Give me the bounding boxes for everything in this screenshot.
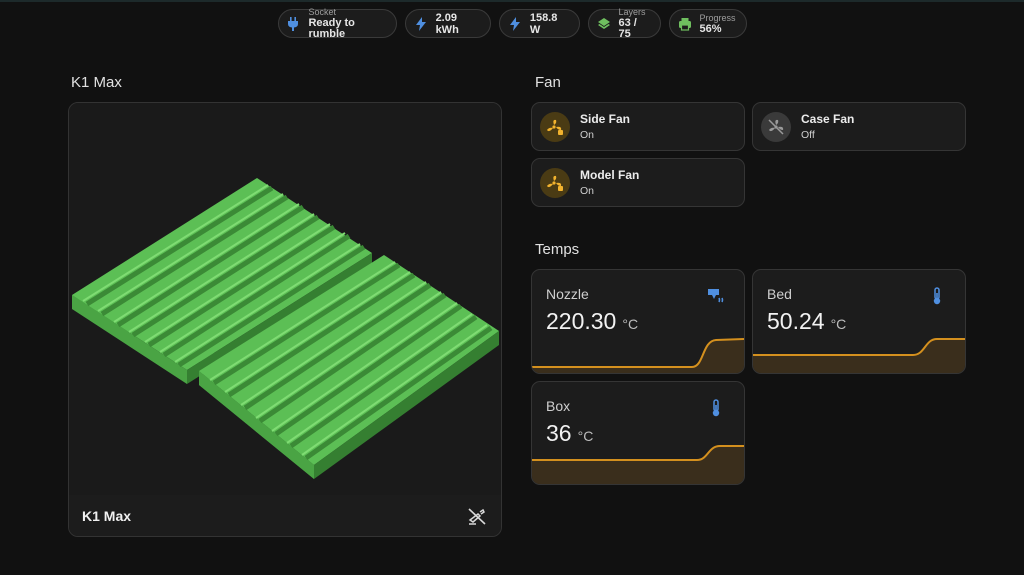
fan-name: Case Fan bbox=[801, 112, 855, 126]
bed-temperature-graph bbox=[753, 338, 965, 373]
thermometer-icon bbox=[927, 286, 947, 306]
printer-name: K1 Max bbox=[82, 508, 132, 524]
sensor-card-nozzle[interactable]: Nozzle 220.30 °C bbox=[531, 269, 745, 374]
status-chips: Socket Ready to rumble 2.09 kWh 158.8 W … bbox=[0, 7, 1024, 40]
fan-icon bbox=[540, 168, 570, 198]
chip-power[interactable]: 158.8 W bbox=[498, 9, 580, 38]
plug-icon bbox=[287, 16, 301, 32]
chip-progress-value: 56% bbox=[699, 22, 722, 35]
fan-tile-model-fan[interactable]: Model Fan On bbox=[531, 158, 745, 207]
chip-layers[interactable]: Layers 63 / 75 bbox=[587, 7, 661, 40]
fan-section-heading: Fan bbox=[535, 74, 561, 91]
lightning-icon bbox=[508, 16, 522, 32]
thermometer-icon bbox=[706, 398, 726, 418]
fan-off-icon bbox=[761, 112, 791, 142]
chip-socket[interactable]: Socket Ready to rumble bbox=[277, 7, 397, 40]
sensor-name: Box bbox=[546, 398, 571, 414]
chip-progress[interactable]: Progress 56% bbox=[668, 9, 747, 38]
nozzle-temperature-graph bbox=[532, 338, 744, 373]
layers-icon bbox=[597, 16, 611, 32]
fan-state: Off bbox=[801, 129, 815, 141]
printer-card-footer: K1 Max bbox=[69, 495, 501, 536]
printer-section-heading: K1 Max bbox=[71, 74, 122, 91]
chip-power-value: 158.8 W bbox=[529, 11, 558, 36]
chip-socket-value: Ready to rumble bbox=[308, 17, 355, 40]
print-model-preview bbox=[69, 103, 501, 495]
sensor-name: Bed bbox=[767, 286, 792, 302]
nozzle-heat-icon bbox=[706, 286, 726, 306]
fan-name: Side Fan bbox=[580, 112, 631, 126]
chip-energy-value: 2.09 kWh bbox=[435, 11, 459, 36]
chip-layers-value: 63 / 75 bbox=[618, 17, 637, 40]
fan-state: On bbox=[580, 129, 595, 141]
fan-state: On bbox=[580, 185, 595, 197]
sensor-card-bed[interactable]: Bed 50.24 °C bbox=[752, 269, 966, 374]
fan-tile-case-fan[interactable]: Case Fan Off bbox=[752, 102, 966, 151]
fan-icon bbox=[540, 112, 570, 142]
chip-progress-label: Progress bbox=[699, 12, 736, 23]
fan-tile-side-fan[interactable]: Side Fan On bbox=[531, 102, 745, 151]
camera-off-icon[interactable] bbox=[467, 506, 487, 526]
box-temperature-graph bbox=[532, 445, 744, 484]
chip-energy[interactable]: 2.09 kWh bbox=[404, 9, 491, 38]
printer-picture-card[interactable]: K1 Max bbox=[68, 102, 502, 537]
lightning-icon bbox=[414, 16, 428, 32]
top-accent-line bbox=[0, 0, 1024, 2]
sensor-card-box[interactable]: Box 36 °C bbox=[531, 381, 745, 485]
temps-section-heading: Temps bbox=[535, 241, 580, 258]
printer-icon bbox=[678, 16, 692, 32]
sensor-name: Nozzle bbox=[546, 286, 589, 302]
fan-name: Model Fan bbox=[580, 168, 640, 182]
